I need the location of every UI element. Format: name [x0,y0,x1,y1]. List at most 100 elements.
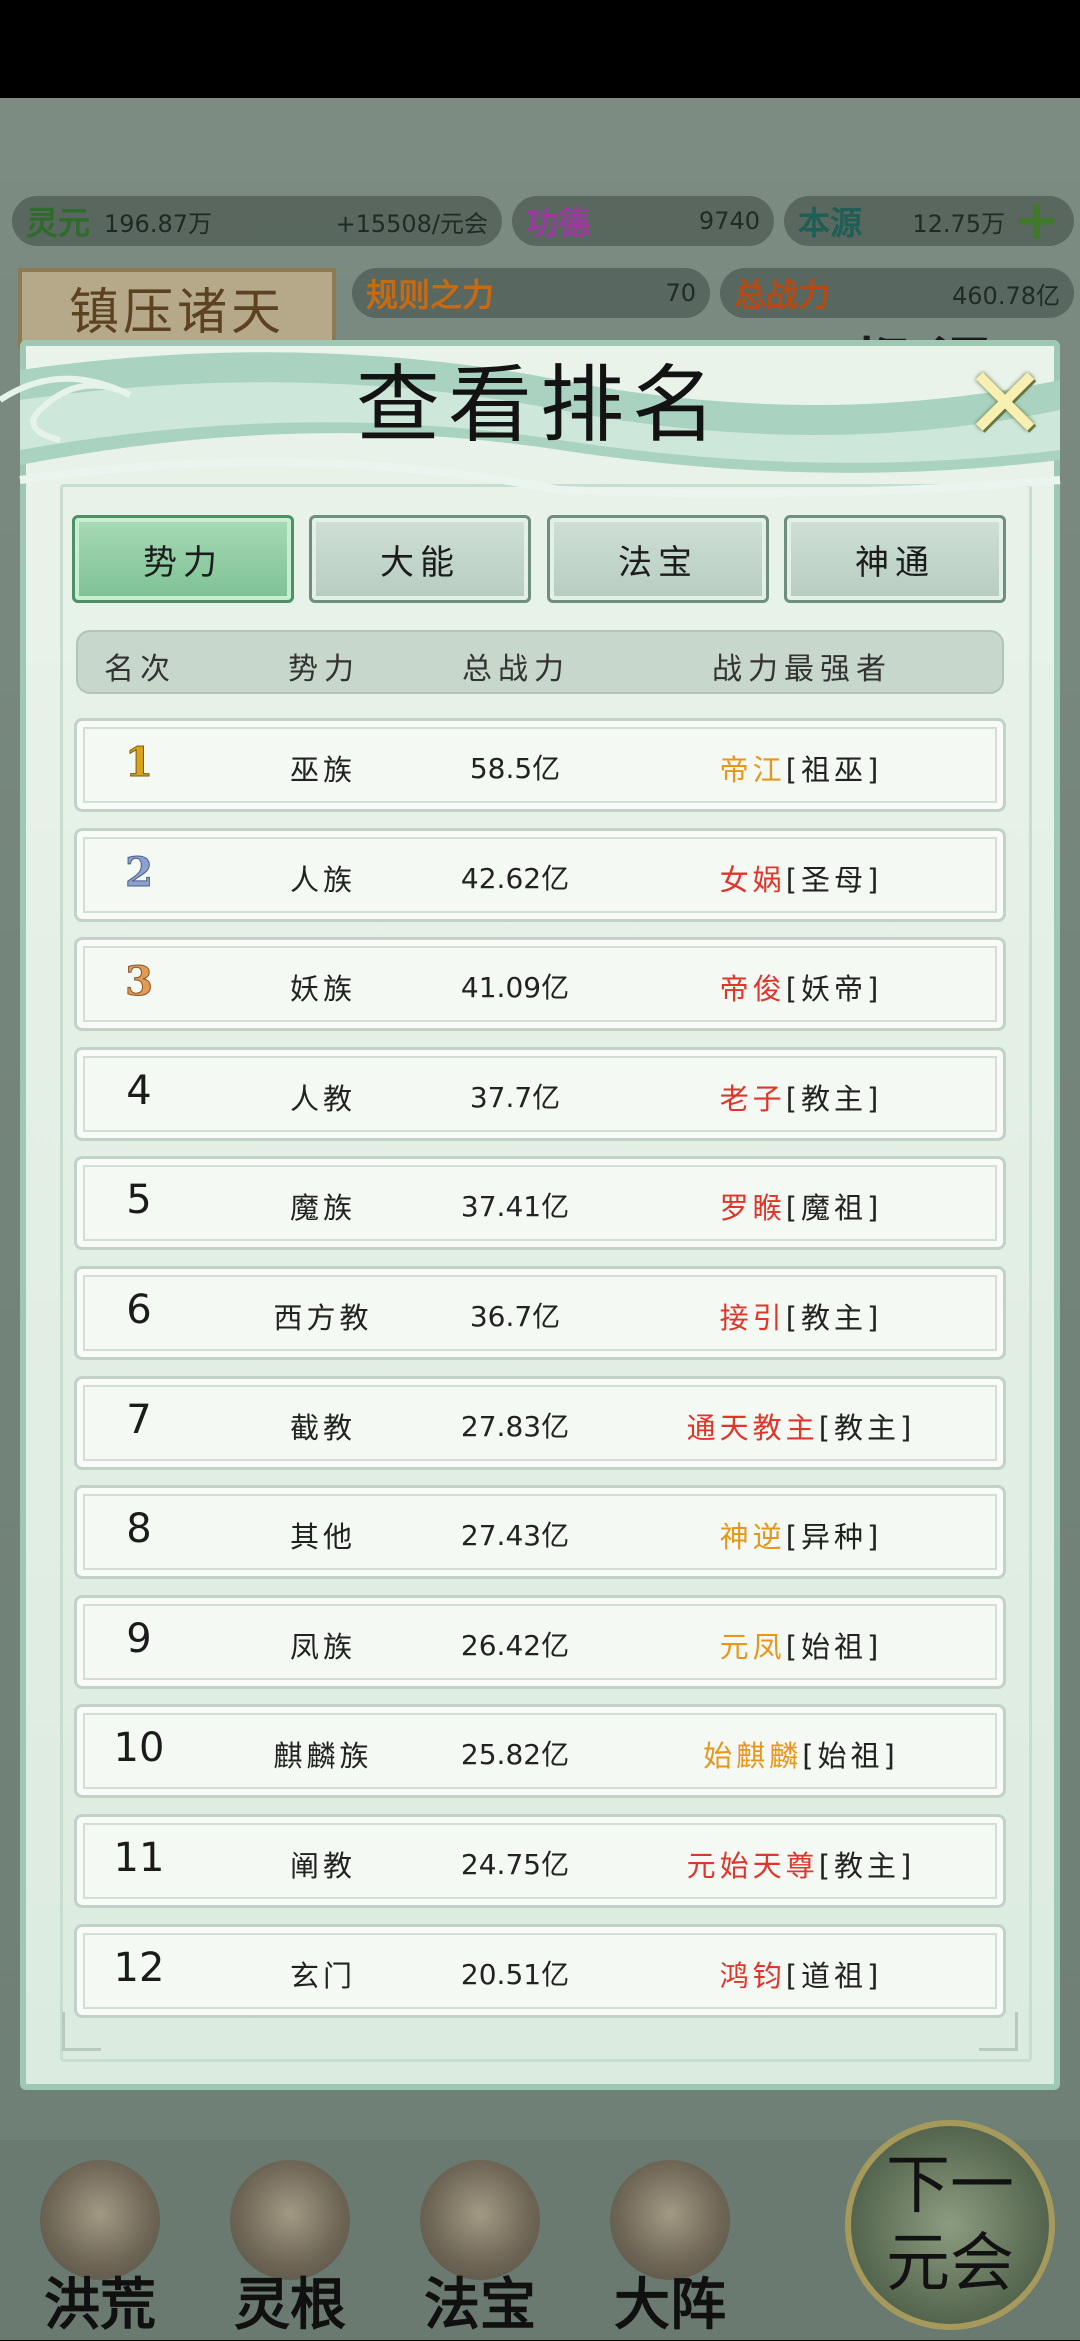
rank-number: 5 [126,1177,152,1223]
rank-number: 1 [125,739,154,787]
strongest-title: [道祖] [785,1959,883,1993]
tab-shili[interactable]: 势力 [72,515,294,603]
resource-rate: +15508/元会 [335,209,488,238]
strongest-name: 元始天尊 [686,1849,819,1883]
strongest-cell: 通天教主[教主] [687,1405,916,1447]
total-power: 25.82亿 [460,1738,570,1771]
total-power: 41.09亿 [460,971,570,1004]
faction-name: 巫族 [289,753,357,787]
tab-fabao[interactable]: 法宝 [547,515,769,603]
rank-number: 11 [113,1835,165,1881]
table-row[interactable]: 12 玄门 20.51亿 鸿钧[道祖] [74,1924,1006,2018]
faction-name: 凤族 [289,1630,357,1664]
table-row[interactable]: 1 巫族 58.5亿 帝江[祖巫] [74,718,1006,812]
strongest-title: [始祖] [785,1630,883,1664]
faction-name: 人教 [289,1082,357,1116]
rank-number: 9 [126,1616,152,1662]
strongest-name: 元凤 [719,1630,786,1664]
column-header-rank: 名次 [104,652,176,687]
faction-name: 其他 [289,1520,357,1554]
strongest-name: 帝江 [719,753,786,787]
title-banner[interactable]: 镇压诸天 [18,268,336,348]
table-row[interactable]: 10 麒麟族 25.82亿 始麒麟[始祖] [74,1704,1006,1798]
tab-daneng[interactable]: 大能 [309,515,531,603]
resource-value: 460.78亿 [952,281,1060,310]
total-power: 37.41亿 [460,1190,570,1223]
resource-zongzhanli: 总战力 460.78亿 [720,268,1074,318]
strongest-cell: 帝俊[妖帝] [720,966,883,1008]
total-power: 27.83亿 [460,1410,570,1443]
nav-label: 洪荒 [44,2272,156,2338]
strongest-title: [圣母] [785,863,883,897]
table-row[interactable]: 3 妖族 41.09亿 帝俊[妖帝] [74,937,1006,1031]
table-row[interactable]: 7 截教 27.83亿 通天教主[教主] [74,1376,1006,1470]
strongest-name: 帝俊 [719,972,786,1006]
table-header: 名次 势力 总战力 战力最强者 [76,630,1004,694]
resource-benyuan: 本源 12.75万 + [784,193,1074,249]
strongest-cell: 接引[教主] [720,1295,883,1337]
table-row[interactable]: 5 魔族 37.41亿 罗睺[魔祖] [74,1156,1006,1250]
column-header-power: 总战力 [462,652,570,687]
tab-label: 神通 [855,542,935,583]
rank-number: 7 [126,1397,152,1443]
total-power: 24.75亿 [460,1848,570,1881]
next-era-button[interactable]: 下一 元会 [845,2120,1055,2330]
strongest-cell: 鸿钧[道祖] [720,1953,883,1995]
resource-label: 功德 [526,204,591,242]
rank-number: 6 [126,1287,152,1333]
rank-number: 12 [113,1945,165,1991]
resource-label: 灵元 [26,204,91,242]
strongest-name: 通天教主 [686,1411,819,1445]
nav-label: 法宝 [424,2272,536,2338]
strongest-title: [魔祖] [785,1191,883,1225]
tab-shentong[interactable]: 神通 [784,515,1006,603]
total-power: 37.7亿 [469,1081,561,1114]
total-power: 36.7亿 [469,1300,561,1333]
resource-label: 本源 [798,204,863,242]
table-row[interactable]: 9 凤族 26.42亿 元凤[始祖] [74,1595,1006,1689]
faction-name: 西方教 [273,1301,373,1335]
total-power: 58.5亿 [469,752,561,785]
status-bar [0,0,1080,98]
resource-label: 总战力 [734,276,831,314]
tab-label: 法宝 [618,542,698,583]
faction-name: 魔族 [289,1191,357,1225]
table-row[interactable]: 8 其他 27.43亿 神逆[异种] [74,1485,1006,1579]
strongest-name: 罗睺 [719,1191,786,1225]
table-row[interactable]: 4 人教 37.7亿 老子[教主] [74,1047,1006,1141]
nav-label: 大阵 [614,2272,726,2338]
nav-item-dazhen[interactable]: 大阵 [580,2140,760,2340]
nav-item-honghuang[interactable]: 洪荒 [10,2140,190,2340]
table-row[interactable]: 2 人族 42.62亿 女娲[圣母] [74,828,1006,922]
resource-lingyuan: 灵元 196.87万 +15508/元会 [12,196,502,246]
next-era-line1: 下一 [886,2149,1014,2223]
strongest-title: [教主] [818,1411,916,1445]
strongest-title: [异种] [785,1520,883,1554]
faction-name: 截教 [289,1411,357,1445]
add-resource-icon[interactable]: + [1013,193,1060,249]
column-header-strongest: 战力最强者 [712,652,892,687]
total-power: 27.43亿 [460,1519,570,1552]
table-row[interactable]: 11 阐教 24.75亿 元始天尊[教主] [74,1814,1006,1908]
table-row[interactable]: 6 西方教 36.7亿 接引[教主] [74,1266,1006,1360]
tab-label: 大能 [380,542,460,583]
resource-value: 12.75万 [912,209,1006,238]
nav-item-fabao[interactable]: 法宝 [390,2140,570,2340]
strongest-cell: 元凤[始祖] [720,1624,883,1666]
total-power: 42.62亿 [460,862,570,895]
next-era-line2: 元会 [886,2227,1014,2301]
strongest-title: [妖帝] [785,972,883,1006]
strongest-cell: 元始天尊[教主] [687,1843,916,1885]
strongest-name: 接引 [719,1301,786,1335]
strongest-cell: 罗睺[魔祖] [720,1185,883,1227]
faction-name: 麒麟族 [273,1739,373,1773]
resource-label: 规则之力 [366,276,495,314]
strongest-cell: 帝江[祖巫] [720,747,883,789]
close-button[interactable]: ✕ [955,345,1055,462]
nav-item-linggen[interactable]: 灵根 [200,2140,380,2340]
faction-name: 阐教 [289,1849,357,1883]
faction-name: 人族 [289,863,357,897]
strongest-title: [教主] [785,1301,883,1335]
rank-number: 3 [125,958,154,1006]
strongest-cell: 始麒麟[始祖] [703,1733,899,1775]
